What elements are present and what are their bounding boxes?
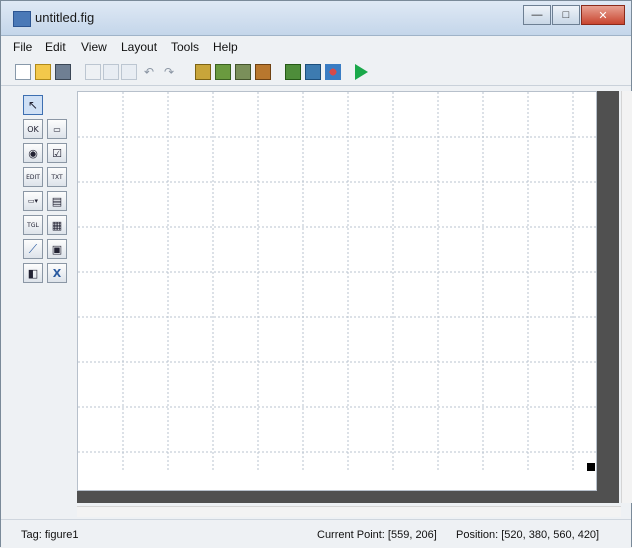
toolbar: ↶ ↷	[1, 59, 631, 86]
run-icon[interactable]	[355, 64, 368, 80]
menu-bar: File Edit View Layout Tools Help	[1, 37, 631, 57]
paste-icon[interactable]	[121, 64, 137, 80]
layout-grid	[78, 92, 596, 472]
tab-order-icon[interactable]	[235, 64, 251, 80]
open-icon[interactable]	[35, 64, 51, 80]
cut-icon[interactable]	[85, 64, 101, 80]
push-button-tool[interactable]: OK	[23, 119, 43, 139]
redo-icon[interactable]: ↷	[161, 64, 177, 80]
maximize-button[interactable]: □	[552, 5, 580, 25]
layout-canvas[interactable]	[77, 91, 597, 491]
checkbox-tool[interactable]: ☑	[47, 143, 67, 163]
figure-app-icon	[13, 11, 31, 27]
menu-file[interactable]: File	[13, 40, 32, 54]
menu-edit[interactable]: Edit	[45, 40, 66, 54]
close-button[interactable]: ✕	[581, 5, 625, 25]
copy-icon[interactable]	[103, 64, 119, 80]
status-position: Position: [520, 380, 560, 420]	[456, 529, 600, 541]
save-icon[interactable]	[55, 64, 71, 80]
radio-button-tool[interactable]: ◉	[23, 143, 43, 163]
menu-view[interactable]: View	[81, 40, 107, 54]
axes-tool[interactable]: ⟋	[23, 239, 43, 259]
toolbar-editor-icon[interactable]	[255, 64, 271, 80]
mfile-editor-icon[interactable]	[285, 64, 301, 80]
align-icon[interactable]	[195, 64, 211, 80]
undo-icon[interactable]: ↶	[141, 64, 157, 80]
toggle-button-tool[interactable]: TGL	[23, 215, 43, 235]
canvas-shadow-right	[597, 91, 619, 503]
vertical-scrollbar[interactable]	[621, 91, 632, 503]
minimize-button[interactable]: —	[523, 5, 551, 25]
status-bar: Tag: figure1 Current Point: [559, 206] P…	[1, 519, 631, 548]
panel-tool[interactable]: ▣	[47, 239, 67, 259]
window-controls: — □ ✕	[522, 5, 625, 25]
menu-editor-icon[interactable]	[215, 64, 231, 80]
table-tool[interactable]: ▦	[47, 215, 67, 235]
edit-text-tool[interactable]: EDIT	[23, 167, 43, 187]
menu-layout[interactable]: Layout	[121, 40, 157, 54]
menu-help[interactable]: Help	[213, 40, 238, 54]
slider-tool[interactable]: ▭	[47, 119, 67, 139]
title-bar[interactable]: untitled.fig — □ ✕	[1, 1, 631, 36]
new-icon[interactable]	[15, 64, 31, 80]
button-group-tool[interactable]: ◧	[23, 263, 43, 283]
resize-handle[interactable]	[587, 463, 595, 471]
horizontal-scrollbar[interactable]	[77, 506, 621, 517]
select-tool[interactable]: ↖	[23, 95, 43, 115]
window-title: untitled.fig	[35, 10, 95, 25]
object-browser-icon[interactable]	[325, 64, 341, 80]
status-current-point: Current Point: [559, 206]	[317, 529, 437, 541]
popup-menu-tool[interactable]: ▭▾	[23, 191, 43, 211]
guide-window: untitled.fig — □ ✕ File Edit View Layout…	[0, 0, 632, 548]
status-tag: Tag: figure1	[21, 529, 79, 541]
menu-tools[interactable]: Tools	[171, 40, 199, 54]
static-text-tool[interactable]: TXT	[47, 167, 67, 187]
listbox-tool[interactable]: ▤	[47, 191, 67, 211]
activex-tool[interactable]: X	[47, 263, 67, 283]
property-inspector-icon[interactable]	[305, 64, 321, 80]
